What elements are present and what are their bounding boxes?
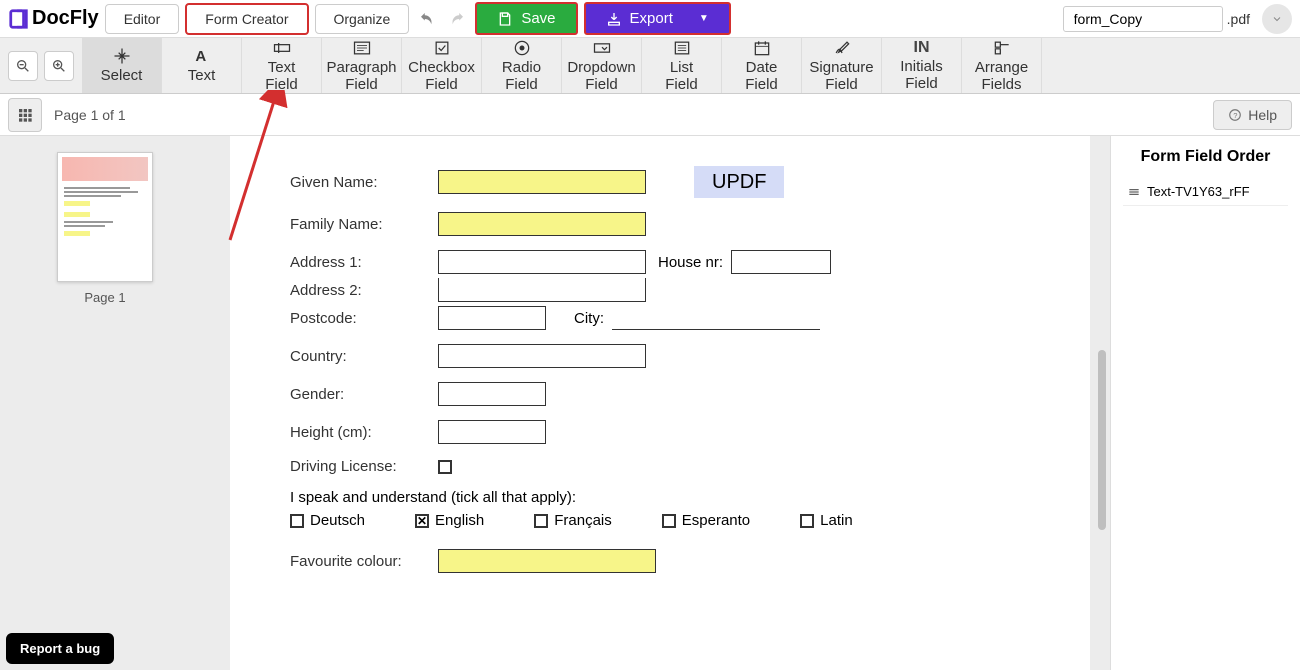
label-family-name: Family Name: — [290, 216, 430, 233]
report-bug-button[interactable]: Report a bug — [6, 633, 114, 664]
label-city: City: — [574, 310, 604, 327]
filename-input[interactable] — [1063, 6, 1223, 32]
field-family-name[interactable] — [438, 212, 646, 236]
tab-organize[interactable]: Organize — [315, 4, 410, 34]
redo-button[interactable] — [445, 7, 469, 31]
export-button[interactable]: Export ▼ — [584, 2, 731, 35]
top-bar: DocFly Editor Form Creator Organize Save… — [0, 0, 1300, 38]
page-thumbnail-label: Page 1 — [84, 290, 125, 305]
field-address1[interactable] — [438, 250, 646, 274]
field-height[interactable] — [438, 420, 546, 444]
label-address2: Address 2: — [290, 282, 430, 299]
lang-esperanto[interactable]: Esperanto — [662, 512, 750, 529]
zoom-out-button[interactable] — [8, 51, 38, 81]
field-fav-colour[interactable] — [438, 549, 656, 573]
checkbox-driving[interactable] — [438, 460, 452, 474]
label-country: Country: — [290, 348, 430, 365]
help-label: Help — [1248, 107, 1277, 123]
field-gender[interactable] — [438, 382, 546, 406]
canvas-area[interactable]: Given Name: UPDF Family Name: Address 1:… — [210, 136, 1110, 670]
tool-arrange-fields[interactable]: Arrange Fields — [962, 38, 1042, 93]
page-bar: Page 1 of 1 ? Help — [0, 94, 1300, 136]
field-order-title: Form Field Order — [1123, 148, 1288, 166]
logo-icon — [8, 8, 30, 30]
label-house-nr: House nr: — [658, 254, 723, 271]
field-country[interactable] — [438, 344, 646, 368]
save-label: Save — [521, 10, 555, 27]
field-order-item[interactable]: Text-TV1Y63_rFF — [1123, 178, 1288, 206]
export-icon — [606, 11, 622, 27]
tool-select[interactable]: Select — [82, 38, 162, 93]
tab-form-creator[interactable]: Form Creator — [185, 3, 308, 35]
undo-button[interactable] — [415, 7, 439, 31]
more-options-button[interactable] — [1262, 4, 1292, 34]
label-postcode: Postcode: — [290, 310, 430, 327]
field-given-name[interactable] — [438, 170, 646, 194]
label-fav-colour: Favourite colour: — [290, 553, 430, 570]
lang-deutsch[interactable]: Deutsch — [290, 512, 365, 529]
svg-text:A: A — [195, 48, 206, 65]
lang-francais[interactable]: Français — [534, 512, 612, 529]
page-thumbnail-1[interactable] — [57, 152, 153, 282]
filename-group: .pdf — [1063, 4, 1292, 34]
help-button[interactable]: ? Help — [1213, 100, 1292, 130]
lang-latin[interactable]: Latin — [800, 512, 853, 529]
page-indicator: Page 1 of 1 — [54, 107, 126, 123]
updf-badge: UPDF — [694, 166, 784, 198]
label-languages: I speak and understand (tick all that ap… — [290, 489, 1030, 506]
form-toolbar: Select AText Text Field Paragraph Field … — [0, 38, 1300, 94]
tab-editor[interactable]: Editor — [105, 4, 180, 34]
label-address1: Address 1: — [290, 254, 430, 271]
label-height: Height (cm): — [290, 424, 430, 441]
field-order-item-label: Text-TV1Y63_rFF — [1147, 184, 1250, 199]
chevron-down-icon: ▼ — [699, 13, 709, 24]
thumbnail-sidebar: Page 1 — [0, 136, 210, 670]
label-driving: Driving License: — [290, 458, 430, 475]
label-given-name: Given Name: — [290, 174, 430, 191]
help-icon: ? — [1228, 108, 1242, 122]
thumbnails-toggle[interactable] — [8, 98, 42, 132]
zoom-group — [0, 38, 82, 93]
app-logo: DocFly — [8, 7, 99, 30]
field-order-sidebar: Form Field Order Text-TV1Y63_rFF — [1110, 136, 1300, 670]
file-ext: .pdf — [1227, 11, 1250, 27]
field-city[interactable] — [612, 306, 820, 330]
form-page: Given Name: UPDF Family Name: Address 1:… — [230, 136, 1090, 670]
lang-english[interactable]: English — [415, 512, 484, 529]
export-label: Export — [630, 10, 673, 27]
drag-handle-icon — [1127, 185, 1141, 199]
field-house-nr[interactable] — [731, 250, 831, 274]
app-name: DocFly — [32, 7, 99, 30]
svg-text:?: ? — [1233, 110, 1237, 119]
language-options: Deutsch English Français Esperanto Latin — [290, 512, 1030, 529]
label-gender: Gender: — [290, 386, 430, 403]
field-postcode[interactable] — [438, 306, 546, 330]
save-button[interactable]: Save — [475, 2, 577, 35]
scrollbar-indicator[interactable] — [1098, 350, 1106, 530]
field-address2[interactable] — [438, 278, 646, 302]
save-icon — [497, 11, 513, 27]
